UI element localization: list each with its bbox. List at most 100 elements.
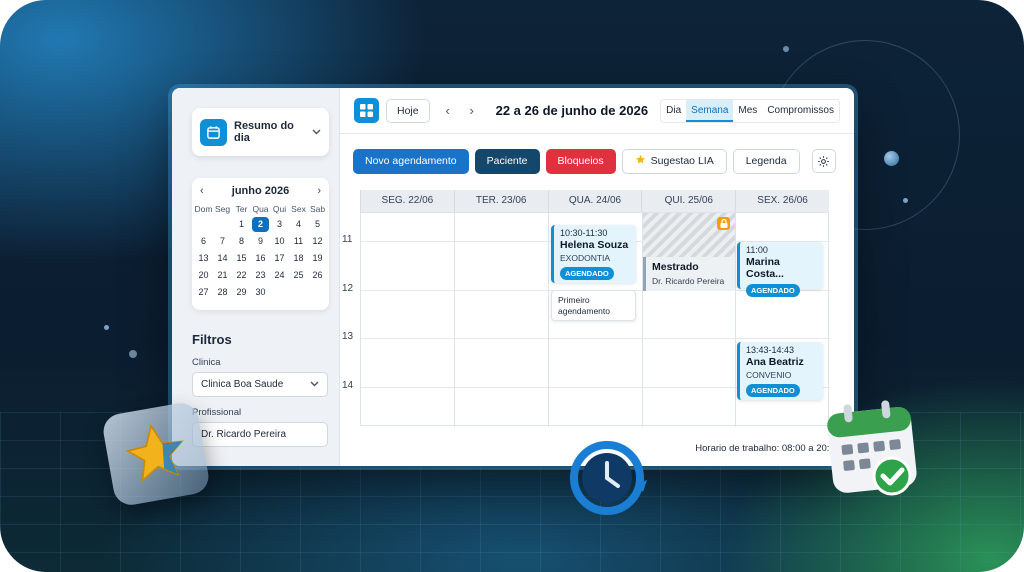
mini-calendar-day (270, 284, 289, 301)
appointment-time: 13:43-14:43 (746, 345, 795, 355)
star-badge-decoration (100, 400, 212, 508)
mini-calendar-day[interactable]: 3 (270, 216, 289, 233)
mini-calendar-day (308, 284, 327, 301)
next-week-button[interactable]: › (466, 103, 478, 118)
appointment-ana[interactable]: 13:43-14:43 Ana Beatriz CONVENIO AGENDAD… (737, 342, 823, 400)
apps-grid-button[interactable] (354, 98, 379, 123)
mini-calendar-day[interactable]: 9 (251, 233, 270, 250)
appointment-first[interactable]: Primeiro agendamento (551, 290, 636, 321)
new-appointment-button[interactable]: Novo agendamento (353, 148, 469, 174)
mini-calendar-day[interactable]: 28 (213, 284, 232, 301)
mini-calendar-day[interactable]: 22 (232, 267, 251, 284)
block-mestrado[interactable]: Mestrado Dr. Ricardo Pereira (643, 257, 735, 291)
tab-week[interactable]: Semana (686, 99, 734, 122)
day-header[interactable]: QUI. 25/06 (641, 190, 735, 212)
star-icon (125, 423, 184, 483)
weekday-label: Sab (309, 204, 326, 214)
tab-month[interactable]: Mes (733, 100, 762, 122)
professional-field[interactable]: Dr. Ricardo Pereira (192, 422, 328, 447)
mini-calendar-day (289, 284, 308, 301)
mini-calendar-day[interactable]: 27 (194, 284, 213, 301)
day-header[interactable]: SEX. 26/06 (735, 190, 829, 212)
appointment-patient: Marina Costa... (746, 256, 784, 280)
mini-calendar-day[interactable]: 13 (194, 250, 213, 267)
professional-field-value: Dr. Ricardo Pereira (201, 429, 287, 440)
lia-suggestion-button[interactable]: Sugestao LIA (621, 148, 727, 174)
patient-button[interactable]: Paciente (474, 148, 540, 174)
status-badge: AGENDADO (746, 284, 800, 297)
mini-calendar-day[interactable]: 6 (194, 233, 213, 250)
status-badge: AGENDADO (746, 384, 800, 397)
chevron-down-icon (310, 379, 319, 390)
calendar-check-decoration (826, 400, 922, 498)
previous-week-button[interactable]: ‹ (442, 103, 454, 118)
mini-calendar-day-selected[interactable]: 2 (252, 217, 269, 232)
mini-calendar-month: junho 2026 (231, 185, 290, 197)
appointment-marina[interactable]: 11:00 Marina Costa... AGENDADO (737, 242, 823, 297)
calendar-check-icon (827, 400, 917, 496)
appointment-time: 11:00 (746, 245, 768, 255)
mini-calendar-day[interactable]: 19 (308, 250, 327, 267)
mini-calendar-prev-button[interactable]: ‹ (200, 185, 204, 197)
mini-calendar-day[interactable]: 4 (289, 216, 308, 233)
mini-calendar-day[interactable]: 16 (251, 250, 270, 267)
day-header[interactable]: SEG. 22/06 (360, 190, 454, 212)
sidebar: Resumo do dia ‹ junho 2026 › Dom Seg Ter Qu… (172, 88, 340, 466)
weekday-label: Qua (252, 204, 269, 214)
mini-calendar-day[interactable]: 12 (308, 233, 327, 250)
appointment-type: CONVENIO (746, 370, 792, 380)
clinic-select[interactable]: Clinica Boa Saude (192, 372, 328, 397)
mini-calendar-day[interactable]: 5 (308, 216, 327, 233)
appointment-helena[interactable]: 10:30-11:30 Helena Souza EXODONTIA AGEND… (551, 225, 636, 283)
tab-appointments[interactable]: Compromissos (762, 100, 839, 122)
appointment-patient: Helena Souza (560, 239, 629, 251)
mini-calendar-day[interactable]: 1 (232, 216, 251, 233)
mini-calendar-day[interactable]: 25 (289, 267, 308, 284)
mini-calendar-day[interactable]: 14 (213, 250, 232, 267)
calendar-header: SEG. 22/06 TER. 23/06 QUA. 24/06 QUI. 25… (360, 190, 829, 212)
mini-calendar-day[interactable]: 15 (232, 250, 251, 267)
mini-calendar-day[interactable]: 26 (308, 267, 327, 284)
work-hours-info: Horario de trabalho: 08:00 a 20:00 (695, 443, 840, 454)
day-header[interactable]: QUA. 24/06 (547, 190, 642, 212)
mini-calendar-day[interactable]: 11 (289, 233, 308, 250)
clock-refresh-decoration (567, 436, 651, 520)
mini-calendar-day[interactable]: 10 (270, 233, 289, 250)
mini-calendar-day[interactable]: 18 (289, 250, 308, 267)
weekday-label: Seg (214, 204, 231, 214)
weekday-label: Ter (235, 204, 248, 214)
mini-calendar-day[interactable]: 30 (251, 284, 270, 301)
appointment-patient: Ana Beatriz (746, 356, 804, 368)
today-button[interactable]: Hoje (386, 98, 430, 123)
mini-calendar-day[interactable]: 7 (213, 233, 232, 250)
lia-suggestion-label: Sugestao LIA (650, 155, 714, 167)
decor-dot (783, 46, 789, 52)
clinic-select-value: Clinica Boa Saude (201, 379, 284, 390)
mini-calendar-day[interactable]: 21 (213, 267, 232, 284)
mini-calendar-day[interactable]: 29 (232, 284, 251, 301)
legend-button[interactable]: Legenda (732, 148, 800, 174)
mini-calendar-day[interactable]: 20 (194, 267, 213, 284)
day-header[interactable]: TER. 23/06 (453, 190, 548, 212)
clinic-label: Clinica (192, 357, 221, 368)
tab-day[interactable]: Dia (661, 100, 686, 122)
mini-calendar-next-button[interactable]: › (317, 185, 321, 197)
gear-icon (818, 155, 830, 167)
calendar-grid[interactable]: 10:30-11:30 Helena Souza EXODONTIA AGEND… (360, 212, 830, 427)
blocks-button[interactable]: Bloqueios (545, 148, 616, 174)
star-icon (635, 154, 646, 168)
weekday-label: Qui (272, 204, 287, 214)
settings-button[interactable] (811, 149, 836, 173)
mini-calendar-day[interactable]: 24 (270, 267, 289, 284)
hour-label: 13 (342, 331, 354, 342)
mini-calendar-day[interactable]: 23 (251, 267, 270, 284)
mini-calendar-day[interactable]: 17 (270, 250, 289, 267)
hour-label: 11 (342, 234, 353, 245)
toolbar: Hoje ‹ › 22 a 26 de junho de 2026 Dia Se… (340, 88, 854, 134)
day-summary-dropdown[interactable]: Resumo do dia (192, 108, 329, 156)
appointment-time: 10:30-11:30 (560, 228, 608, 238)
view-tabs: Dia Semana Mes Compromissos (660, 98, 840, 123)
date-range-title: 22 a 26 de junho de 2026 (495, 103, 649, 118)
mini-calendar-day[interactable]: 8 (232, 233, 251, 250)
decor-dot (903, 198, 908, 203)
